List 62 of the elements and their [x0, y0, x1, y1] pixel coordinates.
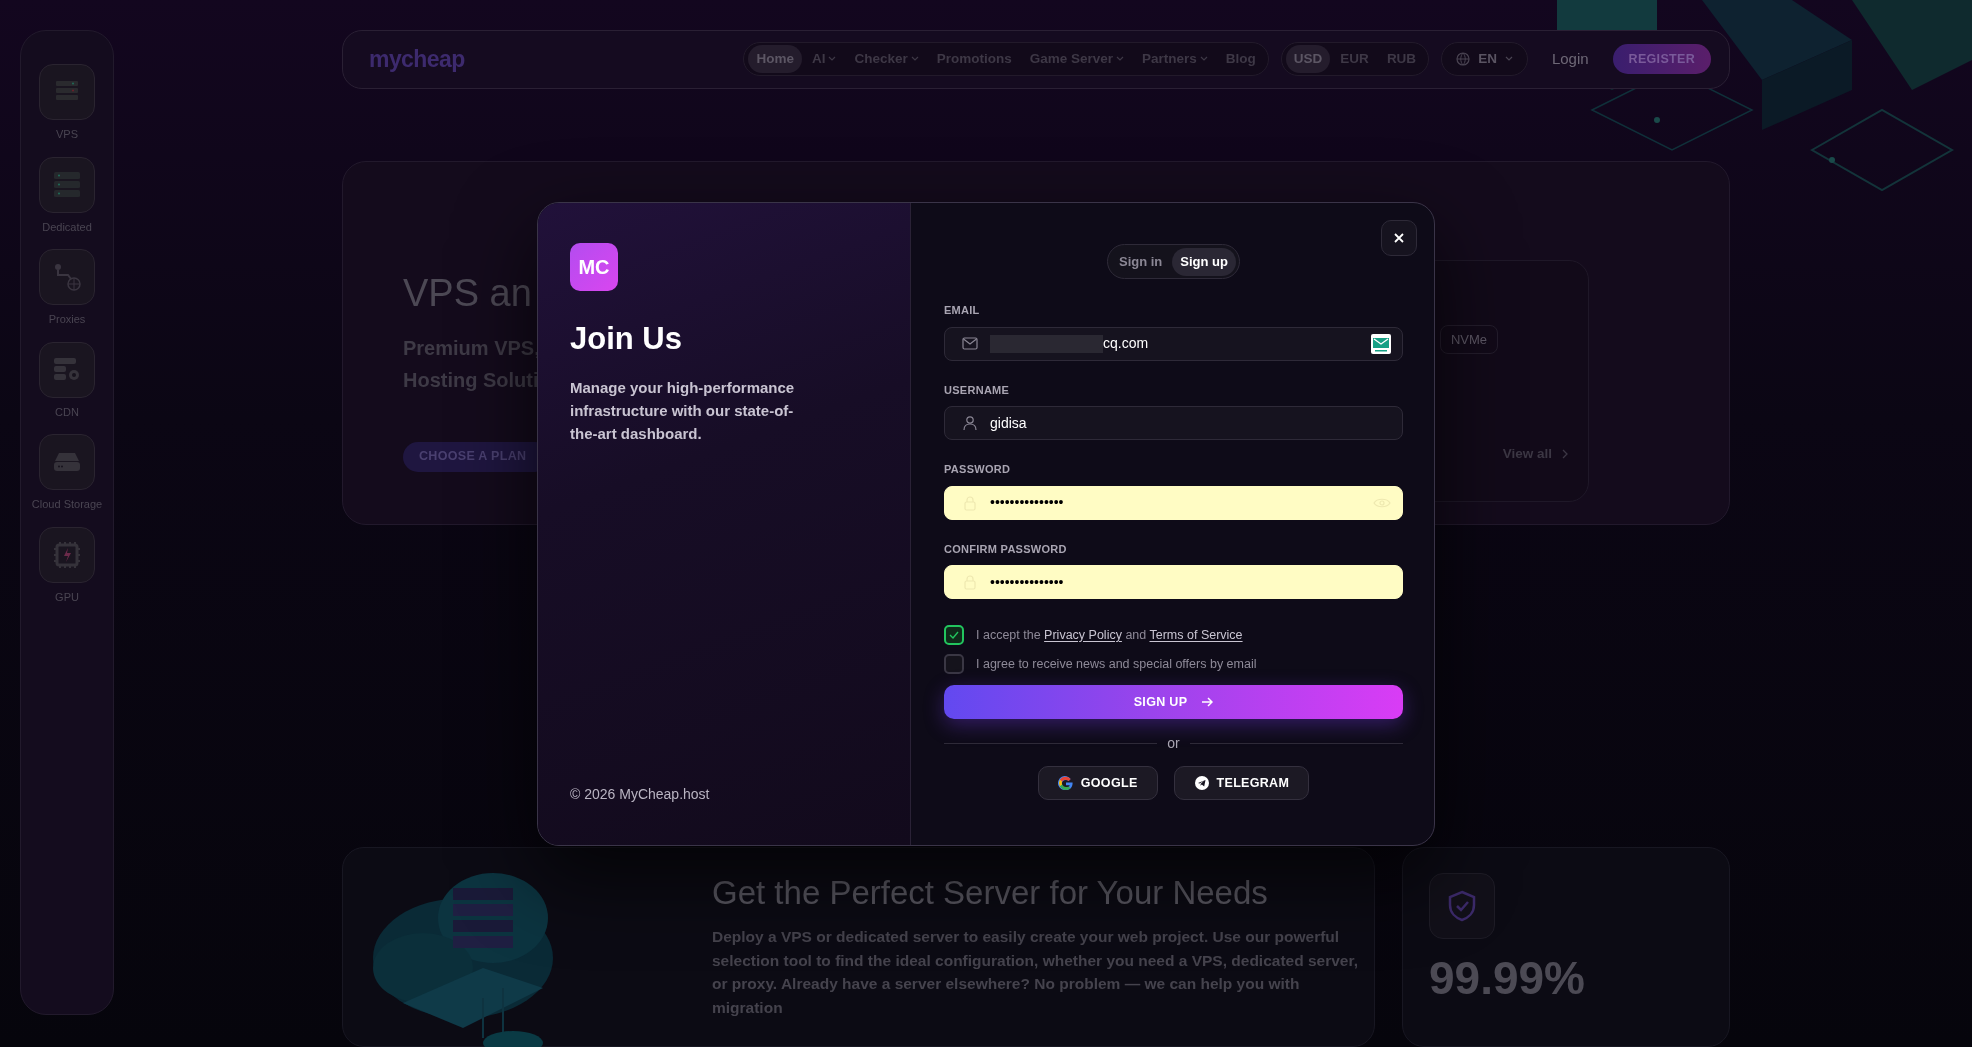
field-value: ••••••••••••••• [990, 572, 1064, 592]
globe-icon [1456, 52, 1471, 67]
social-login-button[interactable]: TELEGRAM [1173, 766, 1310, 800]
field-value: ••••••••••••••• [990, 493, 1064, 512]
currency-option[interactable]: USD [1285, 45, 1331, 74]
close-button[interactable] [1381, 220, 1417, 256]
close-icon [1394, 233, 1404, 243]
checkbox-label: I accept the Privacy Policy and Terms of Service [976, 626, 1243, 644]
login-link[interactable]: Login [1551, 48, 1589, 71]
caret-icon [1504, 56, 1513, 63]
user-icon [962, 415, 978, 431]
input-field[interactable]: cq.com [944, 326, 1403, 361]
storage-tag: NVMe [1439, 324, 1498, 355]
logo[interactable]: mycheap [369, 42, 465, 77]
dialog-description: Manage your high-performance infrastructure with our state-of-the-art dashboard. [570, 378, 796, 444]
feature-title: Get the Perfect Server for Your Needs [712, 876, 1269, 909]
register-button[interactable]: REGISTER [1612, 44, 1711, 75]
checkbox[interactable] [944, 654, 964, 674]
field-value: cq.com [1103, 334, 1149, 353]
sidebar-item[interactable] [39, 249, 95, 305]
policy-link[interactable]: Privacy Policy [1044, 627, 1122, 642]
sidebar-item[interactable] [39, 526, 95, 583]
sidebar-item[interactable] [39, 156, 95, 213]
field-label: PASSWORD [944, 462, 1012, 477]
mail-icon [962, 335, 978, 352]
google-icon [1057, 775, 1074, 791]
field-label: USERNAME [944, 382, 1011, 398]
sidebar-item[interactable] [39, 341, 95, 398]
arrow-right-icon [1201, 697, 1214, 707]
copyright-text: © 2026 MyCheap.host [570, 785, 711, 804]
brand-logo: MC [570, 243, 618, 291]
shield-check-icon [1447, 890, 1477, 922]
sidebar-label: GPU [55, 589, 79, 605]
checkbox-label: I agree to receive news and special offers by email [976, 655, 1257, 673]
input-field[interactable]: gidisa [944, 406, 1403, 440]
checkbox[interactable] [944, 625, 964, 645]
sidebar-item[interactable] [39, 64, 95, 120]
nav-link[interactable]: Home [748, 45, 802, 74]
field-value: gidisa [990, 413, 1027, 433]
field-label: EMAIL [944, 303, 981, 318]
field-label: CONFIRM PASSWORD [944, 541, 1068, 557]
sidebar-label: VPS [56, 127, 78, 142]
uptime-stat: 99.99% [1429, 955, 1586, 1001]
sign-up-button[interactable]: SIGN UP [944, 685, 1403, 719]
mail-app-icon[interactable] [1371, 333, 1391, 354]
hero-title: VPS an [403, 273, 533, 312]
sidebar-label: Dedicated [42, 219, 92, 235]
input-field[interactable]: ••••••••••••••• [944, 565, 1403, 599]
policy-link[interactable]: Terms of Service [1149, 627, 1243, 642]
dialog-title: Join Us [570, 323, 683, 354]
input-field[interactable]: ••••••••••••••• [944, 485, 1403, 520]
paper-plane-icon [1193, 775, 1210, 791]
auth-tab[interactable]: Sign up [1172, 247, 1236, 276]
sidebar-item[interactable] [39, 434, 95, 490]
chevron-right-icon [1562, 449, 1568, 460]
divider-text: or [1167, 734, 1180, 753]
sidebar-label: Proxies [48, 312, 86, 327]
auth-tab[interactable]: Sign in [1111, 247, 1171, 276]
social-login-button[interactable]: GOOGLE [1037, 766, 1158, 800]
sidebar-label: CDN [55, 404, 79, 420]
language-selector[interactable]: EN [1441, 42, 1528, 77]
check-icon [949, 631, 959, 639]
